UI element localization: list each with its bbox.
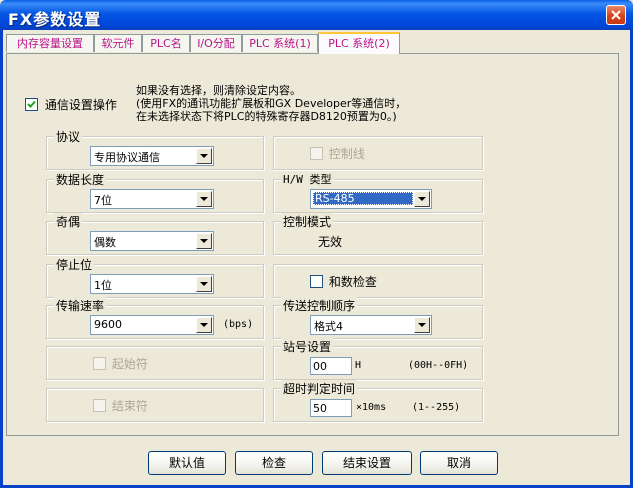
hw-type-dropdown-button[interactable]: [414, 191, 430, 207]
terminator-label: 结束符: [111, 399, 148, 413]
sum-check-row[interactable]: 和数检查: [310, 273, 377, 290]
comm-settings-checkbox[interactable]: [25, 98, 38, 111]
timeout-field[interactable]: [310, 399, 352, 417]
timeout-range: (1--255): [412, 402, 461, 413]
stop-bit-group: 停止位 1位: [46, 256, 264, 298]
tab-plc-system-1[interactable]: PLC 系统(1): [242, 34, 318, 52]
tab-io-assignment[interactable]: I/O分配: [190, 34, 242, 52]
tab-panel: 通信设置操作 如果没有选择，则清除设定内容。 (使用FX的通讯功能扩展板和GX …: [6, 53, 619, 436]
timeout-label: 超时判定时间: [281, 380, 358, 397]
timeout-suffix: ×10ms: [356, 402, 387, 413]
transmission-control-select[interactable]: 格式4: [310, 315, 432, 335]
cancel-button[interactable]: 取消: [420, 451, 498, 475]
control-line-checkbox: [310, 147, 323, 160]
baud-rate-label: 传输速率: [54, 297, 107, 314]
control-mode-value: 无效: [318, 235, 343, 249]
transmission-control-value: 格式4: [314, 320, 343, 333]
sum-check-label: 和数检查: [328, 275, 377, 289]
hw-type-value: RS-485: [313, 192, 413, 205]
baud-rate-unit: (bps): [223, 319, 254, 330]
close-icon: [611, 10, 621, 20]
baud-rate-dropdown-button[interactable]: [196, 317, 212, 333]
parity-label: 奇偶: [54, 213, 83, 230]
stop-bit-label: 停止位: [54, 256, 95, 273]
terminator-group: 结束符: [46, 388, 264, 422]
station-number-suffix: H: [355, 360, 362, 371]
control-mode-label: 控制模式: [281, 213, 334, 230]
protocol-group: 协议 专用协议通信: [46, 128, 264, 170]
hw-type-select[interactable]: RS-485: [310, 189, 432, 209]
comm-note-line-1: 如果没有选择，则清除设定内容。: [136, 84, 301, 97]
sum-check-group: 和数检查: [273, 264, 483, 298]
tab-devices[interactable]: 软元件: [94, 34, 142, 52]
transmission-control-label: 传送控制顺序: [281, 297, 358, 314]
control-line-group: 控制线: [273, 136, 483, 170]
terminator-checkbox: [93, 399, 106, 412]
timeout-group: 超时判定时间 ×10ms (1--255): [273, 380, 483, 422]
check-mark-icon: [27, 100, 36, 108]
tab-plc-system-2[interactable]: PLC 系统(2): [318, 32, 400, 54]
chevron-down-icon: [418, 323, 426, 327]
protocol-dropdown-button[interactable]: [196, 148, 212, 164]
window-title: FX参数设置: [8, 10, 102, 29]
sum-check-checkbox[interactable]: [310, 275, 323, 288]
transmission-control-group: 传送控制顺序 格式4: [273, 297, 483, 339]
header-checkbox-row: 起始符: [93, 355, 148, 372]
comm-note-line-2: (使用FX的通讯功能扩展板和GX Developer等通信时，: [136, 97, 407, 110]
station-number-input[interactable]: [311, 358, 351, 374]
stop-bit-value: 1位: [94, 279, 112, 292]
parity-group: 奇偶 偶数: [46, 213, 264, 255]
control-mode-group: 控制模式 无效: [273, 213, 483, 255]
control-line-checkbox-row: 控制线: [310, 145, 365, 162]
tab-memory-capacity[interactable]: 内存容量设置: [6, 34, 94, 52]
finish-settings-button[interactable]: 结束设置: [322, 451, 412, 475]
data-length-label: 数据长度: [54, 171, 107, 188]
data-length-dropdown-button[interactable]: [196, 191, 212, 207]
comm-note: 如果没有选择，则清除设定内容。 (使用FX的通讯功能扩展板和GX Develop…: [136, 84, 406, 123]
station-number-range: (00H--0FH): [408, 360, 469, 371]
baud-rate-group: 传输速率 9600 (bps): [46, 297, 264, 339]
header-group: 起始符: [46, 346, 264, 380]
control-line-label: 控制线: [328, 147, 365, 161]
default-button[interactable]: 默认值: [148, 451, 226, 475]
baud-rate-value: 9600: [94, 318, 122, 331]
hw-type-label: H/W 类型: [281, 171, 334, 187]
protocol-select[interactable]: 专用协议通信: [90, 146, 214, 166]
parity-value: 偶数: [94, 236, 116, 249]
close-button[interactable]: [606, 5, 626, 25]
title-bar[interactable]: FX参数设置: [0, 0, 633, 30]
data-length-value: 7位: [94, 194, 112, 207]
stop-bit-select[interactable]: 1位: [90, 274, 214, 294]
parity-dropdown-button[interactable]: [196, 233, 212, 249]
data-length-select[interactable]: 7位: [90, 189, 214, 209]
baud-rate-select[interactable]: 9600: [90, 315, 214, 335]
timeout-input[interactable]: [311, 400, 351, 416]
tab-plc-name[interactable]: PLC名: [142, 34, 190, 52]
header-label: 起始符: [111, 357, 148, 371]
check-button[interactable]: 检查: [235, 451, 313, 475]
header-checkbox: [93, 357, 106, 370]
stop-bit-dropdown-button[interactable]: [196, 276, 212, 292]
protocol-label: 协议: [54, 128, 83, 145]
protocol-value: 专用协议通信: [94, 151, 160, 164]
chevron-down-icon: [200, 282, 208, 286]
comm-note-line-3: 在未选择状态下将PLC的特殊寄存器D8120预置为0。): [136, 110, 397, 123]
station-number-label: 站号设置: [281, 338, 334, 355]
terminator-checkbox-row: 结束符: [93, 397, 148, 414]
hw-type-group: H/W 类型 RS-485: [273, 171, 483, 213]
chevron-down-icon: [200, 323, 208, 327]
transmission-control-dropdown-button[interactable]: [414, 317, 430, 333]
comm-settings-label: 通信设置操作: [44, 98, 117, 112]
chevron-down-icon: [200, 154, 208, 158]
chevron-down-icon: [200, 239, 208, 243]
comm-settings-row[interactable]: 通信设置操作: [25, 96, 117, 113]
station-number-field[interactable]: [310, 357, 352, 375]
station-number-group: 站号设置 H (00H--0FH): [273, 338, 483, 380]
data-length-group: 数据长度 7位: [46, 171, 264, 213]
parity-select[interactable]: 偶数: [90, 231, 214, 251]
chevron-down-icon: [418, 197, 426, 201]
chevron-down-icon: [200, 197, 208, 201]
